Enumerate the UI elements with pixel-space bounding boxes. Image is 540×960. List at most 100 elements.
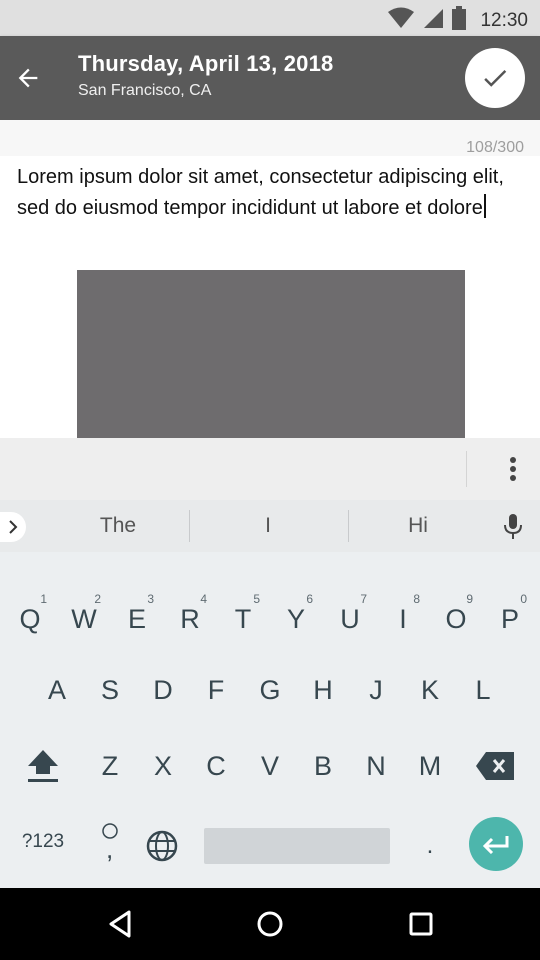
key-g[interactable]: G xyxy=(245,662,295,718)
space-key[interactable] xyxy=(204,828,390,864)
clock: 12:30 xyxy=(480,9,528,31)
key-s[interactable]: S xyxy=(85,662,135,718)
back-button[interactable] xyxy=(10,60,46,96)
key-o[interactable]: 9O xyxy=(431,588,481,644)
shift-arrow-icon xyxy=(28,750,58,782)
key-b[interactable]: B xyxy=(298,738,348,794)
recents-square-icon xyxy=(409,912,433,936)
arrow-back-icon xyxy=(18,68,38,88)
key-h[interactable]: H xyxy=(298,662,348,718)
chevron-right-icon xyxy=(9,520,18,534)
key-m[interactable]: M xyxy=(405,738,455,794)
period-key[interactable]: . xyxy=(418,828,442,864)
entry-location: San Francisco, CA xyxy=(78,82,212,99)
key-label: S xyxy=(100,675,119,705)
toolbar-divider xyxy=(466,451,467,487)
key-d[interactable]: D xyxy=(138,662,188,718)
back-triangle-icon xyxy=(109,910,131,938)
key-l[interactable]: L xyxy=(458,662,508,718)
key-j[interactable]: J xyxy=(351,662,401,718)
key-label: Y xyxy=(286,604,305,634)
key-label: E xyxy=(127,604,146,634)
microphone-icon xyxy=(504,514,522,539)
suggestion-1[interactable]: The xyxy=(58,514,178,538)
wifi-icon xyxy=(388,7,415,34)
key-label: O xyxy=(445,604,467,634)
globe-icon xyxy=(146,830,178,862)
key-x[interactable]: X xyxy=(138,738,188,794)
cellular-signal-icon xyxy=(422,7,444,34)
more-vertical-icon xyxy=(510,457,516,481)
key-z[interactable]: Z xyxy=(85,738,135,794)
backspace-key[interactable] xyxy=(470,738,520,794)
key-label: G xyxy=(259,675,281,705)
more-options-button[interactable] xyxy=(498,451,528,487)
status-icons: 12:30 xyxy=(388,6,528,35)
key-label: W xyxy=(71,604,97,634)
key-n[interactable]: N xyxy=(351,738,401,794)
character-counter: 108/300 xyxy=(466,139,524,156)
text-cursor xyxy=(483,194,486,218)
entry-text-field[interactable]: Lorem ipsum dolor sit amet, consectetur … xyxy=(17,162,517,224)
key-label: C xyxy=(206,751,226,781)
attached-image[interactable] xyxy=(77,270,465,438)
backspace-icon xyxy=(476,752,514,780)
key-label: H xyxy=(313,675,333,705)
key-label: I xyxy=(399,604,407,634)
key-k[interactable]: K xyxy=(405,662,455,718)
language-key[interactable] xyxy=(146,830,182,866)
save-done-button[interactable] xyxy=(465,48,525,108)
key-label: R xyxy=(180,604,200,634)
key-u[interactable]: 7U xyxy=(325,588,375,644)
key-q[interactable]: 1Q xyxy=(5,588,55,644)
key-label: A xyxy=(47,675,66,705)
status-bar: 12:30 xyxy=(0,0,540,36)
journal-editor[interactable]: Lorem ipsum dolor sit amet, consectetur … xyxy=(0,156,540,438)
key-label: D xyxy=(153,675,173,705)
key-label: M xyxy=(418,751,442,781)
comma-emoji-key[interactable]: , xyxy=(96,820,124,864)
voice-input-button[interactable] xyxy=(498,510,528,544)
key-label: P xyxy=(500,604,519,634)
nav-recents-button[interactable] xyxy=(401,904,441,944)
key-r[interactable]: 4R xyxy=(165,588,215,644)
symbols-key[interactable]: ?123 xyxy=(12,822,74,862)
key-t[interactable]: 5T xyxy=(218,588,268,644)
key-w[interactable]: 2W xyxy=(59,588,109,644)
key-label: F xyxy=(207,675,225,705)
app-header: Thursday, April 13, 2018 San Francisco, … xyxy=(0,36,540,120)
key-label: Z xyxy=(101,751,119,781)
key-y[interactable]: 6Y xyxy=(271,588,321,644)
suggestion-2[interactable]: I xyxy=(208,514,328,538)
key-p[interactable]: 0P xyxy=(485,588,535,644)
nav-home-button[interactable] xyxy=(250,904,290,944)
key-f[interactable]: F xyxy=(191,662,241,718)
suggestion-strip: The I Hi xyxy=(0,500,540,552)
enter-key[interactable] xyxy=(469,817,523,871)
key-a[interactable]: A xyxy=(32,662,82,718)
comma-label: , xyxy=(106,834,114,864)
soft-keyboard: 1Q 2W 3E 4R 5T 6Y 7U 8I 9O 0P A S D F G … xyxy=(0,552,540,888)
shift-key[interactable] xyxy=(18,738,68,794)
key-e[interactable]: 3E xyxy=(112,588,162,644)
key-c[interactable]: C xyxy=(191,738,241,794)
key-label: V xyxy=(260,751,279,781)
key-label: Q xyxy=(19,604,41,634)
checkmark-icon xyxy=(484,70,507,87)
key-i[interactable]: 8I xyxy=(378,588,428,644)
counter-strip: 108/300 xyxy=(0,120,540,156)
key-label: J xyxy=(369,675,383,705)
expand-suggestions-button[interactable] xyxy=(0,512,26,542)
key-label: N xyxy=(366,751,386,781)
enter-arrow-icon xyxy=(482,836,509,854)
entry-date-title: Thursday, April 13, 2018 xyxy=(78,51,334,76)
suggestion-divider xyxy=(189,510,190,542)
nav-back-button[interactable] xyxy=(100,904,140,944)
key-label: T xyxy=(234,604,252,634)
battery-icon xyxy=(452,6,467,35)
key-v[interactable]: V xyxy=(245,738,295,794)
key-label: K xyxy=(420,675,439,705)
suggestion-3[interactable]: Hi xyxy=(358,514,478,538)
key-label: U xyxy=(340,604,360,634)
home-circle-icon xyxy=(257,911,283,937)
